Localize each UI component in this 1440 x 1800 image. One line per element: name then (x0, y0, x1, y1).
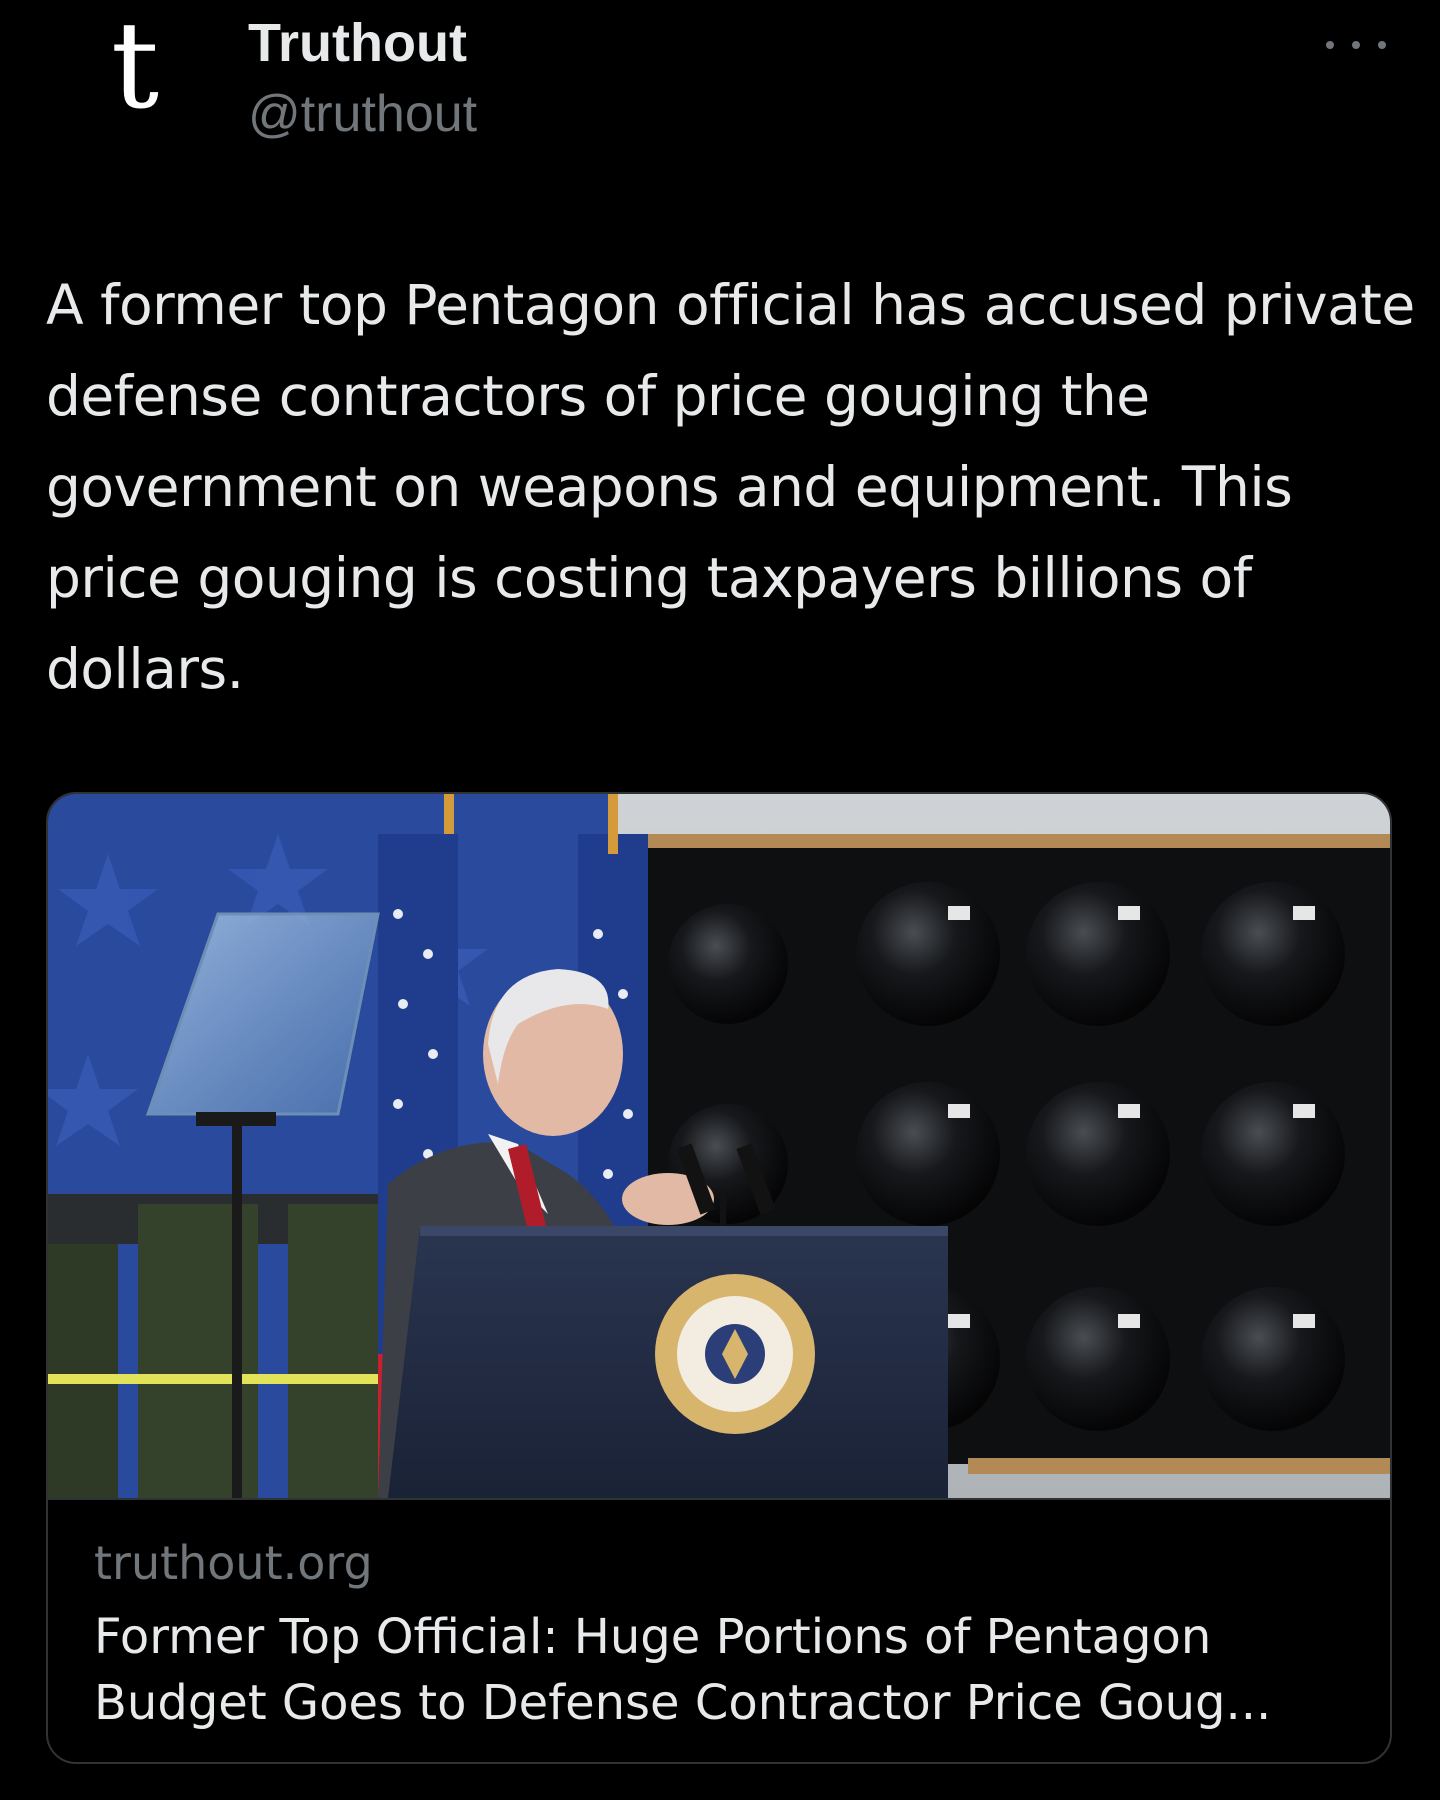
tweet: t Truthout @truthout A former top Pentag… (0, 0, 1440, 1800)
handle[interactable]: @truthout (248, 84, 477, 144)
display-name[interactable]: Truthout (248, 12, 467, 74)
card-meta: truthout.org Former Top Official: Huge P… (48, 1498, 1390, 1762)
card-domain: truthout.org (94, 1536, 373, 1590)
link-card[interactable]: truthout.org Former Top Official: Huge P… (46, 792, 1392, 1764)
avatar[interactable]: t (80, 7, 190, 127)
card-image (48, 794, 1390, 1498)
presidential-seal-icon (655, 1274, 815, 1434)
card-title[interactable]: Former Top Official: Huge Portions of Pe… (94, 1604, 1354, 1736)
avatar-letter: t (110, 0, 160, 136)
more-options-icon[interactable] (1326, 30, 1386, 60)
tweet-text: A former top Pentagon official has accus… (46, 273, 1415, 701)
